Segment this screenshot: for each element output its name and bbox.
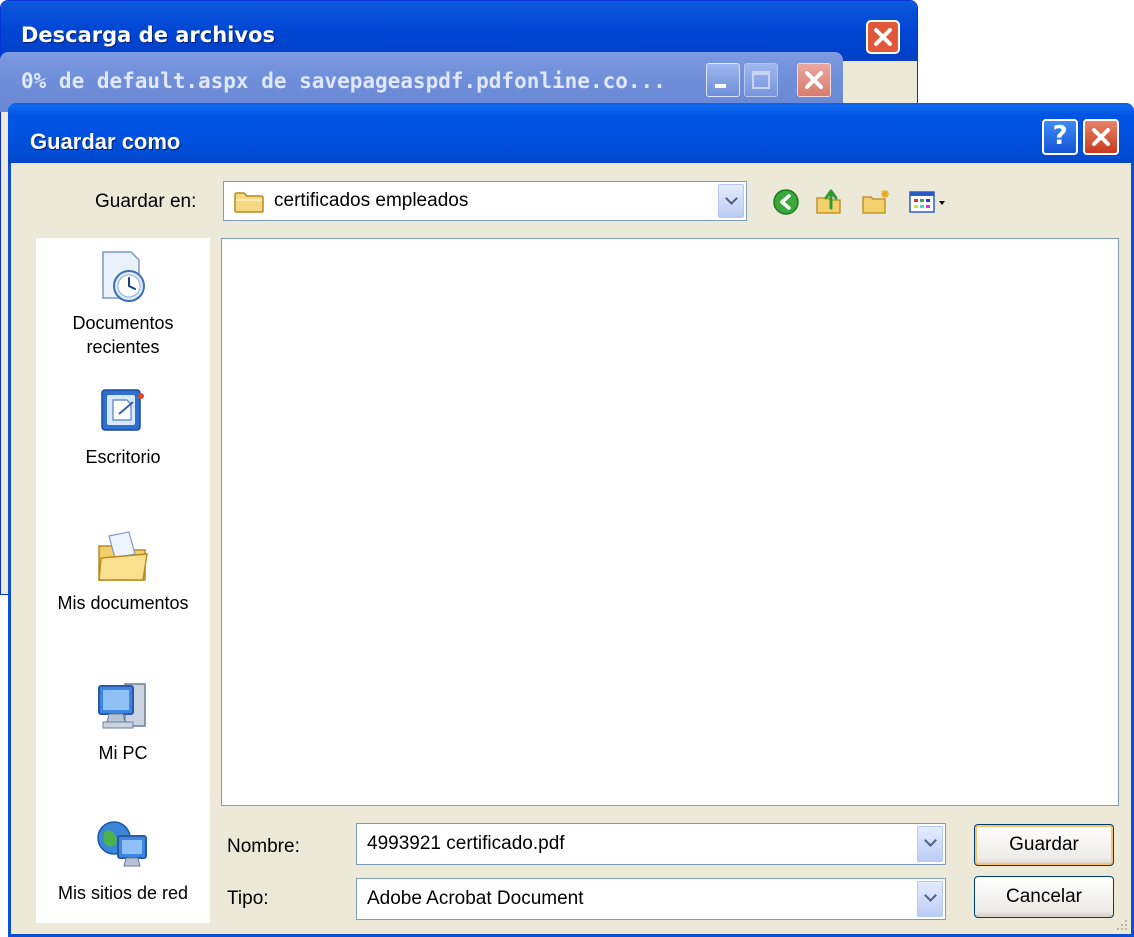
save-in-value: certificados empleados [274,190,469,211]
save-in-select[interactable]: certificados empleados [223,181,747,221]
folder-icon [234,192,264,213]
save-as-dialog: Guardar como ? Guardar en: certificados … [8,103,1134,937]
place-label: Mis documentos [57,593,189,613]
new-folder-icon[interactable] [861,187,891,217]
filetype-select[interactable]: Adobe Acrobat Document [356,878,946,920]
minimize-button[interactable] [706,63,740,97]
question-icon: ? [1052,121,1068,151]
filename-input[interactable]: 4993921 certificado.pdf [356,823,946,865]
back-icon[interactable] [771,187,801,217]
my-documents-icon [98,531,148,581]
chevron-down-icon[interactable] [718,184,744,218]
place-label: Documentos recientes [72,313,174,357]
close-button[interactable] [797,63,831,97]
maximize-icon [752,71,770,89]
save-button[interactable]: Guardar [974,824,1114,866]
filetype-label: Tipo: [227,888,269,909]
desktop-icon [101,389,144,431]
resize-grip-icon[interactable] [1113,916,1129,932]
filename-value: 4993921 certificado.pdf [367,833,565,854]
help-button[interactable]: ? [1042,119,1078,155]
save-in-label: Guardar en: [95,191,197,212]
progress-window-title: 0% de default.aspx de savepageaspdf.pdfo… [21,69,666,93]
chevron-down-icon[interactable] [917,881,943,917]
minimize-icon [715,84,726,88]
my-computer-icon [98,683,146,729]
network-places-icon [97,821,147,867]
filetype-value: Adobe Acrobat Document [367,888,584,909]
close-icon [805,71,823,89]
up-folder-icon[interactable] [814,186,844,216]
close-icon[interactable] [866,20,900,54]
maximize-button[interactable] [744,63,778,97]
chevron-down-icon[interactable] [917,826,943,862]
dialog-title: Guardar como [30,129,181,154]
recent-documents-icon [102,251,145,302]
close-button[interactable] [1083,119,1119,155]
places-bar: Documentos recientes Escritorio Mis docu… [36,238,210,923]
place-label: Mis sitios de red [57,883,189,903]
filename-label: Nombre: [227,836,300,857]
place-network[interactable]: Mis sitios de red [36,818,210,905]
place-label: Mi PC [98,743,148,763]
place-desktop[interactable]: Escritorio [36,384,210,469]
close-icon [1092,128,1110,146]
view-menu-icon[interactable] [908,187,954,217]
place-my-computer[interactable]: Mi PC [36,678,210,765]
download-window-title: Descarga de archivos [21,23,275,47]
place-recent-documents[interactable]: Documentos recientes [36,248,210,359]
file-list[interactable] [221,238,1119,806]
place-my-documents[interactable]: Mis documentos [36,528,210,615]
place-label: Escritorio [85,447,161,467]
cancel-button[interactable]: Cancelar [974,876,1114,918]
dialog-titlebar[interactable]: Guardar como ? [8,103,1134,163]
